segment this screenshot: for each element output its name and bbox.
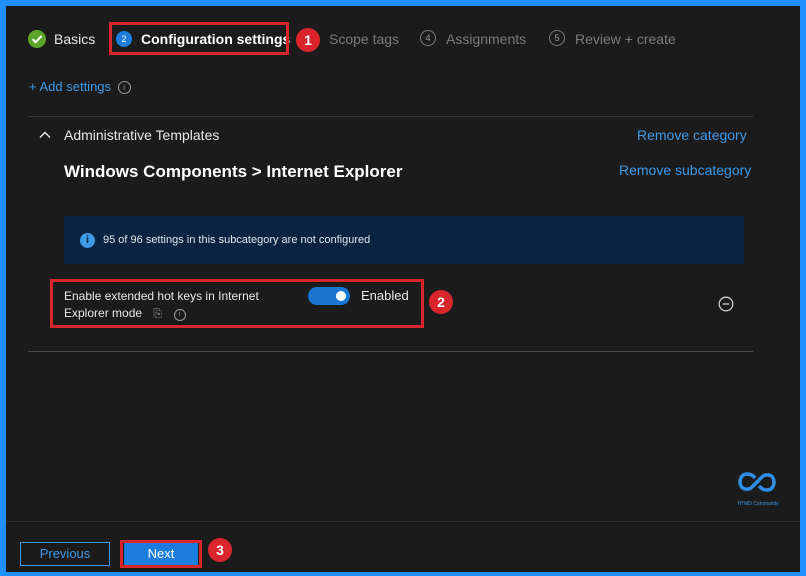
subcategory-title: Windows Components > Internet Explorer [64, 162, 403, 181]
annotation-box-2 [50, 279, 424, 328]
step-number-icon: 5 [549, 30, 565, 46]
annotation-badge-1: 1 [296, 28, 320, 52]
category-title: Administrative Templates [64, 127, 220, 143]
section-top-divider [28, 116, 753, 117]
watermark-text: HTMD Community [737, 501, 779, 507]
infinity-logo-icon [738, 472, 776, 492]
step-label: Scope tags [329, 31, 400, 47]
category-collapse-toggle[interactable] [38, 128, 54, 142]
step-review-create[interactable]: 5 Review + create [549, 30, 679, 48]
step-assignments[interactable]: 4 Assignments [420, 30, 530, 48]
info-icon: i [80, 233, 95, 248]
info-banner: i 95 of 96 settings in this subcategory … [64, 216, 744, 264]
watermark-logo: HTMD Community [735, 470, 781, 507]
remove-subcategory-link[interactable]: Remove subcategory [619, 162, 751, 178]
step-number-icon: 4 [420, 30, 436, 46]
step-label: Assignments [446, 31, 527, 47]
remove-category-link[interactable]: Remove category [637, 127, 747, 143]
footer-divider [6, 521, 800, 522]
annotation-badge-2: 2 [429, 290, 453, 314]
step-label: Review + create [575, 31, 676, 47]
add-settings-link[interactable]: + Add settings i [29, 79, 131, 94]
checkmark-icon [28, 30, 46, 48]
annotation-box-1 [109, 22, 289, 55]
chevron-up-icon [39, 131, 51, 138]
add-settings-label: + Add settings [29, 79, 112, 94]
section-bottom-divider [28, 351, 753, 352]
remove-setting-button[interactable] [718, 296, 734, 312]
info-banner-text: 95 of 96 settings in this subcategory ar… [103, 234, 371, 246]
step-basics[interactable]: Basics [28, 30, 98, 48]
previous-button[interactable]: Previous [20, 542, 110, 566]
info-icon: i [117, 81, 131, 94]
step-scope-tags[interactable]: Scope tags [328, 30, 400, 48]
annotation-box-3 [120, 540, 202, 568]
step-label: Basics [54, 31, 96, 47]
minus-circle-icon [718, 296, 734, 312]
annotation-badge-3: 3 [208, 538, 232, 562]
